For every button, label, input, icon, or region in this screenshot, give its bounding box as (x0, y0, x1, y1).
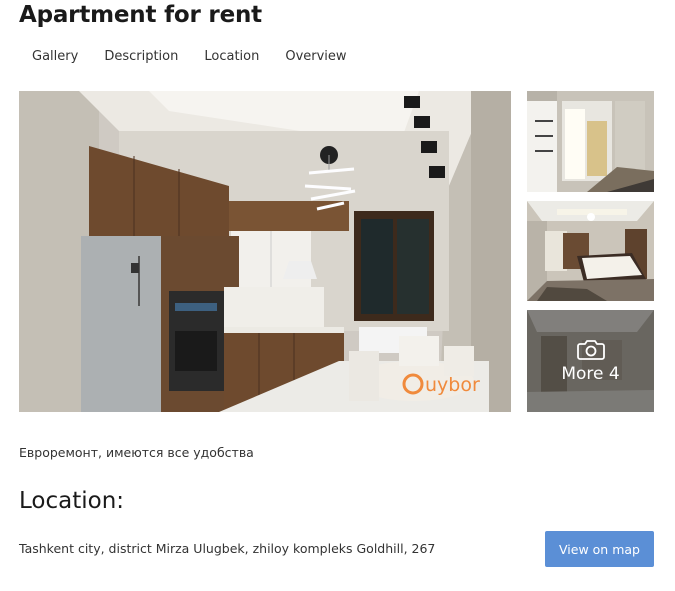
gallery-thumbnail[interactable] (527, 91, 654, 192)
location-heading: Location: (19, 488, 125, 514)
more-photos-label: More 4 (561, 364, 620, 384)
gallery-main-photo[interactable]: uybor (19, 91, 511, 412)
gallery-thumbnail[interactable] (527, 201, 654, 301)
tab-location[interactable]: Location (191, 46, 272, 68)
tab-overview[interactable]: Overview (272, 46, 359, 68)
location-address: Tashkent city, district Mirza Ulugbek, z… (19, 541, 436, 556)
section-tabs: Gallery Description Location Overview (19, 46, 360, 68)
watermark-logo: uybor (425, 374, 480, 396)
more-photos-overlay: More 4 (527, 310, 654, 412)
tab-description[interactable]: Description (91, 46, 191, 68)
camera-icon (576, 338, 605, 360)
tab-gallery[interactable]: Gallery (19, 46, 91, 68)
page-title: Apartment for rent (19, 2, 262, 28)
view-on-map-button[interactable]: View on map (545, 531, 654, 567)
gallery-more-photos[interactable]: More 4 (527, 310, 654, 412)
listing-description: Евроремонт, имеются все удобства (19, 445, 254, 460)
